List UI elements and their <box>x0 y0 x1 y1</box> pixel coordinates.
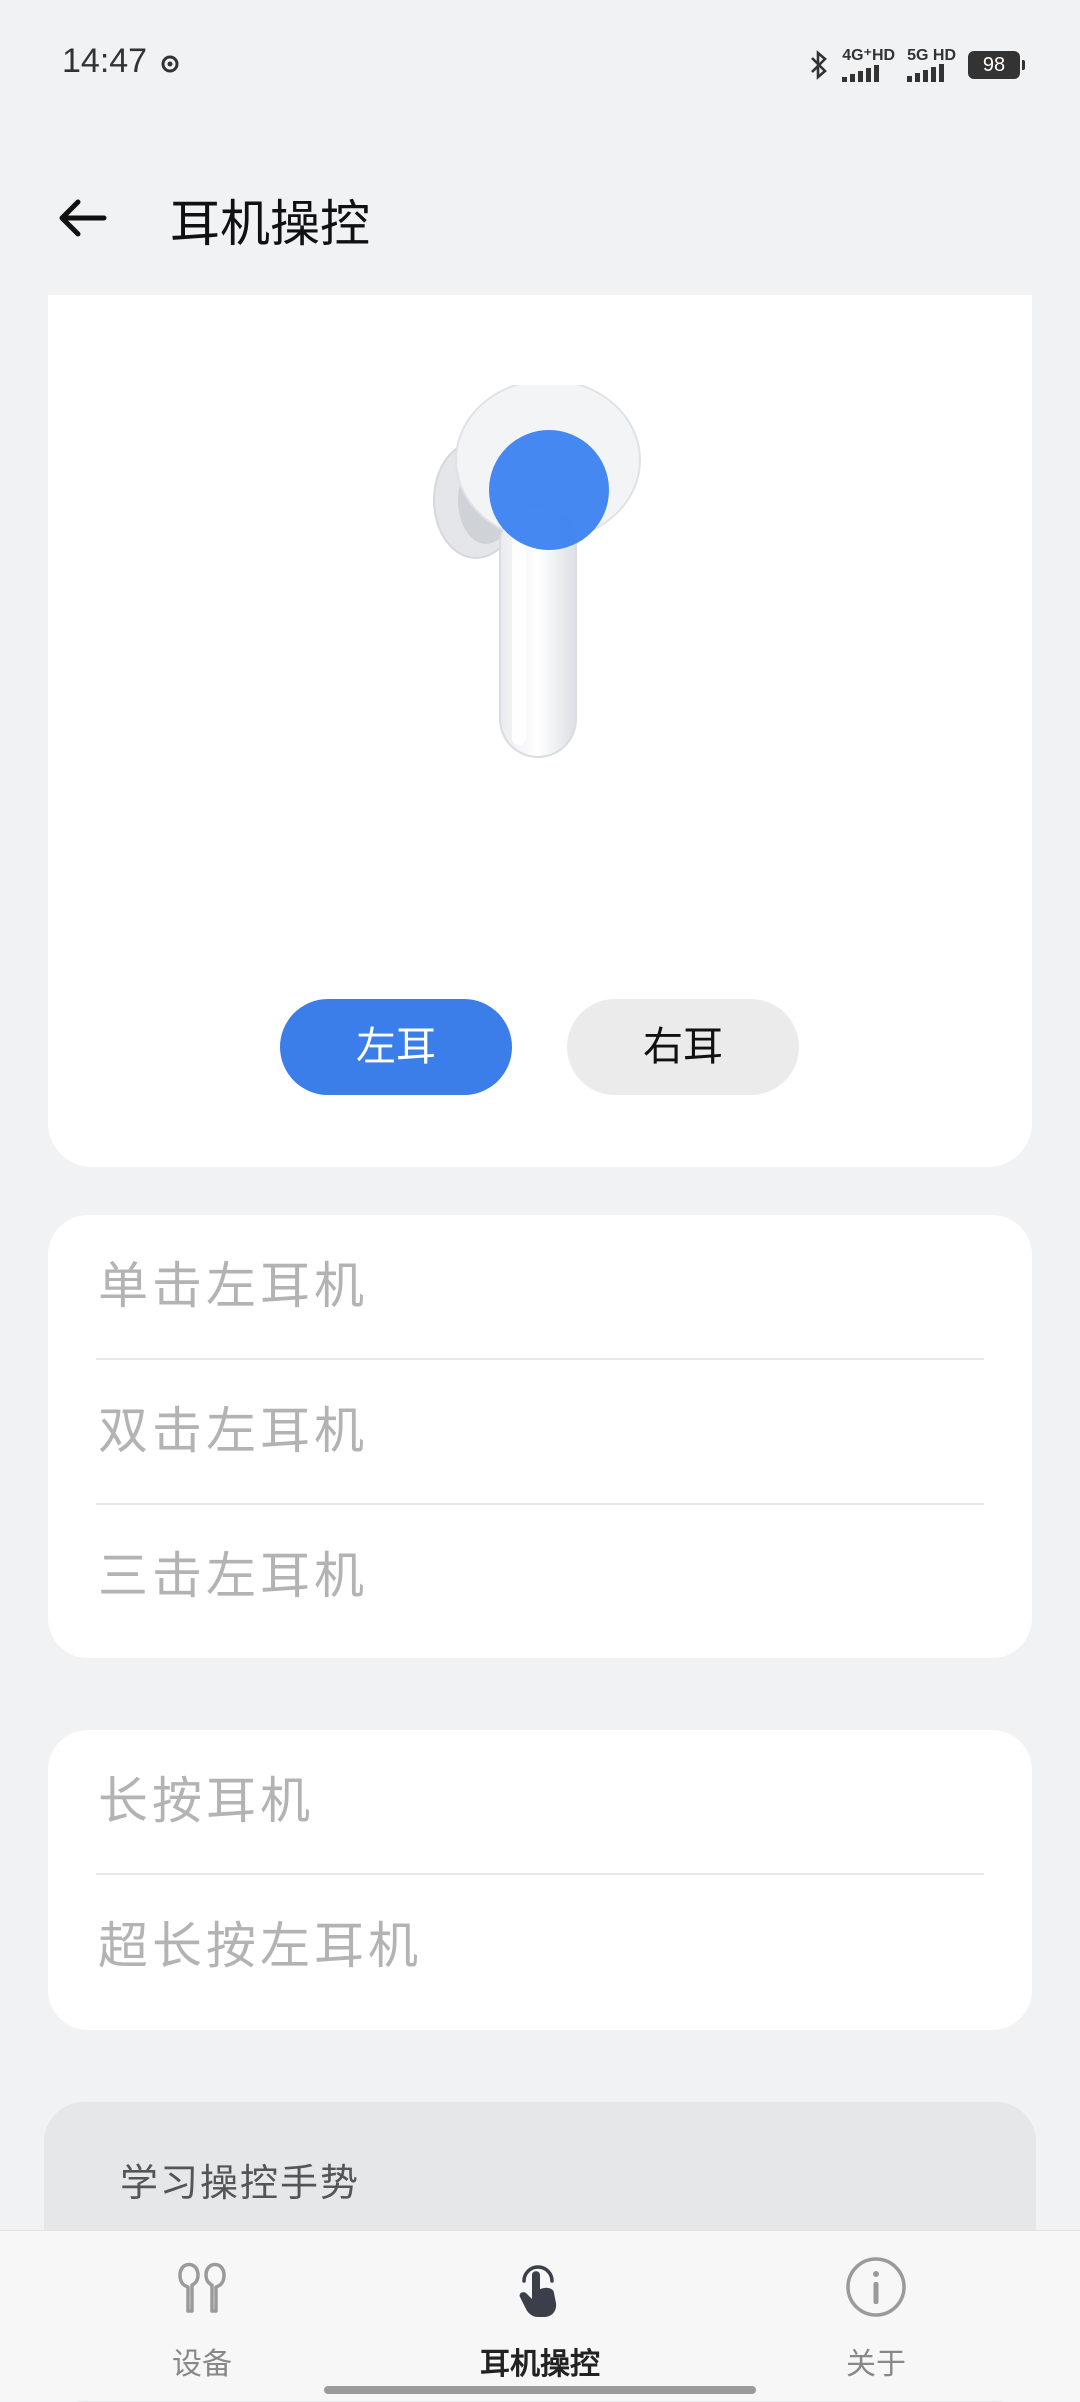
nav-label-earphone-control: 耳机操控 <box>480 2347 600 2382</box>
nav-item-devices[interactable]: 设备 <box>72 2231 332 2401</box>
bottom-nav: 设备 耳机操控 关于 <box>0 2230 1080 2401</box>
network-5g-label: 5G HD <box>907 47 956 64</box>
press-gestures-card: 长按耳机 超长按左耳机 <box>48 1730 1032 2030</box>
list-item-triple-tap[interactable]: 三击左耳机 <box>48 1505 1032 1648</box>
network-5g: 5G HD <box>907 48 956 82</box>
status-bar: 14:47 4G⁺HD 5G HD 98 <box>0 0 1080 130</box>
nav-label-devices: 设备 <box>172 2347 232 2382</box>
info-icon <box>846 2257 906 2317</box>
bluetooth-icon <box>811 50 828 80</box>
signal-icon <box>842 64 880 82</box>
earbuds-icon <box>178 2262 226 2313</box>
network-4g-label: 4G⁺HD <box>842 47 896 64</box>
touch-hand-icon <box>519 2265 557 2317</box>
tap-gestures-card: 单击左耳机 双击左耳机 三击左耳机 <box>48 1215 1032 1658</box>
page-title: 耳机操控 <box>170 195 370 253</box>
status-time: 14:47 <box>62 42 148 80</box>
earbud-preview-card: 左耳 右耳 <box>48 295 1032 1167</box>
battery-icon: 98 <box>968 51 1025 79</box>
home-indicator[interactable] <box>324 2386 756 2394</box>
left-ear-button[interactable]: 左耳 <box>280 999 512 1095</box>
header: 耳机操控 <box>0 150 1080 280</box>
signal-icon <box>907 64 945 82</box>
network-4g: 4G⁺HD <box>842 48 895 82</box>
status-indicators: 4G⁺HD 5G HD 98 <box>808 48 1025 82</box>
nav-item-earphone-control[interactable]: 耳机操控 <box>410 2231 670 2401</box>
list-item-extra-long-press[interactable]: 超长按左耳机 <box>48 1875 1032 2018</box>
learn-gestures-label: 学习操控手势 <box>120 2161 361 2205</box>
list-item-single-tap[interactable]: 单击左耳机 <box>48 1215 1032 1358</box>
back-button[interactable] <box>52 186 116 250</box>
location-ring-icon <box>161 55 179 73</box>
arrow-left-icon <box>59 199 107 237</box>
right-ear-button[interactable]: 右耳 <box>567 999 799 1095</box>
list-item-long-press[interactable]: 长按耳机 <box>48 1730 1032 1873</box>
touch-area-highlight <box>489 430 609 550</box>
nav-label-about: 关于 <box>846 2347 906 2382</box>
nav-item-about[interactable]: 关于 <box>746 2231 1006 2401</box>
list-item-double-tap[interactable]: 双击左耳机 <box>48 1360 1032 1503</box>
